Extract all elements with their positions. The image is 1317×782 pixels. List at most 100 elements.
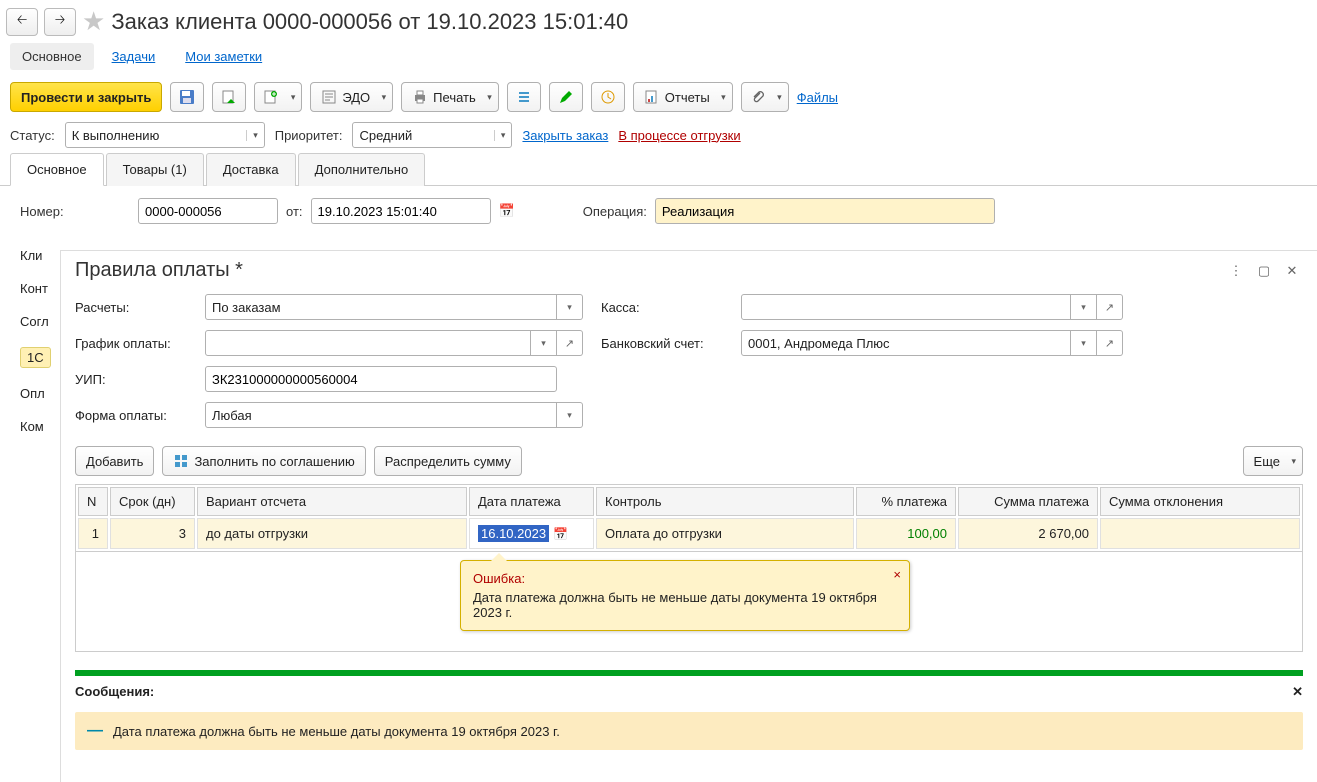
calc-dropdown[interactable]: ▾ <box>557 294 583 320</box>
priority-select[interactable]: Средний <box>352 122 512 148</box>
col-dev[interactable]: Сумма отклонения <box>1100 487 1300 516</box>
priority-label: Приоритет: <box>275 128 343 143</box>
form-dropdown[interactable]: ▾ <box>557 402 583 428</box>
tooltip-title: Ошибка: <box>473 571 879 586</box>
from-input[interactable] <box>311 198 491 224</box>
back-button[interactable]: 🡠 <box>6 8 38 36</box>
post-button[interactable] <box>212 82 246 112</box>
col-pct[interactable]: % платежа <box>856 487 956 516</box>
messages-header: Сообщения: ✕ <box>61 676 1317 708</box>
tooltip-close[interactable]: × <box>893 567 901 582</box>
status-select[interactable]: К выполнению <box>65 122 265 148</box>
sched-select[interactable] <box>205 330 531 356</box>
from-label: от: <box>286 204 303 219</box>
payments-table: N Срок (дн) Вариант отсчета Дата платежа… <box>75 484 1303 552</box>
fill-button[interactable]: Заполнить по соглашению <box>162 446 365 476</box>
sched-open[interactable]: ↗ <box>557 330 583 356</box>
create-based-button[interactable] <box>254 82 302 112</box>
num-input[interactable] <box>138 198 278 224</box>
distribute-label: Распределить сумму <box>385 454 511 469</box>
doc-tab-delivery[interactable]: Доставка <box>206 153 296 186</box>
clock-icon <box>600 89 616 105</box>
uip-input[interactable] <box>205 366 557 392</box>
side-contr: Конт <box>20 281 51 296</box>
bank-open[interactable]: ↗ <box>1097 330 1123 356</box>
distribute-button[interactable]: Распределить сумму <box>374 446 522 476</box>
calendar-icon[interactable]: 📅 <box>553 527 568 541</box>
tab-tasks[interactable]: Задачи <box>100 43 168 70</box>
doc-tab-goods[interactable]: Товары (1) <box>106 153 204 186</box>
tab-notes[interactable]: Мои заметки <box>173 43 274 70</box>
star-icon[interactable]: ★ <box>82 6 105 37</box>
side-chip: 1С <box>20 347 51 368</box>
table-row[interactable]: 1 3 до даты отгрузки 16.10.2023📅 Оплата … <box>78 518 1300 549</box>
post-icon <box>221 89 237 105</box>
side-client: Кли <box>20 248 51 263</box>
save-button[interactable] <box>170 82 204 112</box>
side-kom: Ком <box>20 419 51 434</box>
cell-n: 1 <box>78 518 108 549</box>
error-tooltip: × Ошибка: Дата платежа должна быть не ме… <box>460 560 910 631</box>
side-opl: Опл <box>20 386 51 401</box>
fill-icon <box>173 453 189 469</box>
col-days[interactable]: Срок (дн) <box>110 487 195 516</box>
clock-button[interactable] <box>591 82 625 112</box>
edo-label: ЭДО <box>342 90 370 105</box>
edo-button[interactable]: ЭДО <box>310 82 393 112</box>
kassa-select[interactable] <box>741 294 1071 320</box>
paperclip-icon <box>750 89 766 105</box>
list-button[interactable] <box>507 82 541 112</box>
side-sog: Согл <box>20 314 51 329</box>
attach-button[interactable] <box>741 82 789 112</box>
kassa-open[interactable]: ↗ <box>1097 294 1123 320</box>
print-button[interactable]: Печать <box>401 82 499 112</box>
floppy-icon <box>179 89 195 105</box>
cell-variant: до даты отгрузки <box>197 518 467 549</box>
side-labels: Кли Конт Согл 1С Опл Ком <box>20 248 51 434</box>
col-date[interactable]: Дата платежа <box>469 487 594 516</box>
more-button[interactable]: Еще <box>1243 446 1303 476</box>
fill-label: Заполнить по соглашению <box>194 454 354 469</box>
bank-select[interactable]: 0001, Андромеда Плюс <box>741 330 1071 356</box>
main-toolbar: Провести и закрыть ЭДО Печать Отчеты Фай… <box>0 76 1317 118</box>
reports-button[interactable]: Отчеты <box>633 82 733 112</box>
calc-select[interactable]: По заказам <box>205 294 557 320</box>
files-link[interactable]: Файлы <box>797 90 838 105</box>
kassa-label: Касса: <box>601 300 741 315</box>
status-row: Статус: К выполнению Приоритет: Средний … <box>0 118 1317 152</box>
add-row-button[interactable]: Добавить <box>75 446 154 476</box>
tooltip-text: Дата платежа должна быть не меньше даты … <box>473 590 879 620</box>
doc-tabs: Основное Товары (1) Доставка Дополнитель… <box>0 152 1317 186</box>
modal-close-button[interactable]: ✕ <box>1281 260 1303 282</box>
sched-dropdown[interactable]: ▾ <box>531 330 557 356</box>
col-variant[interactable]: Вариант отсчета <box>197 487 467 516</box>
submit-close-button[interactable]: Провести и закрыть <box>10 82 162 112</box>
sched-label: График оплаты: <box>75 336 205 351</box>
bank-dropdown[interactable]: ▾ <box>1071 330 1097 356</box>
message-row[interactable]: — Дата платежа должна быть не меньше дат… <box>75 712 1303 750</box>
col-control[interactable]: Контроль <box>596 487 854 516</box>
reports-icon <box>644 89 660 105</box>
forward-button[interactable]: 🡢 <box>44 8 76 36</box>
close-order-link[interactable]: Закрыть заказ <box>522 128 608 143</box>
modal-more-button[interactable]: ⋮ <box>1225 260 1247 282</box>
form-select[interactable]: Любая <box>205 402 557 428</box>
shipping-link[interactable]: В процессе отгрузки <box>618 128 740 143</box>
col-n[interactable]: N <box>78 487 108 516</box>
more-label: Еще <box>1254 454 1280 469</box>
tab-main[interactable]: Основное <box>10 43 94 70</box>
pencil-button[interactable] <box>549 82 583 112</box>
submit-close-label: Провести и закрыть <box>21 90 151 105</box>
create-icon <box>263 89 279 105</box>
kassa-dropdown[interactable]: ▾ <box>1071 294 1097 320</box>
op-input[interactable] <box>655 198 995 224</box>
form-area: Номер: от: 📅 Операция: <box>0 186 1317 244</box>
messages-close[interactable]: ✕ <box>1292 684 1303 700</box>
doc-tab-extra[interactable]: Дополнительно <box>298 153 426 186</box>
cell-date[interactable]: 16.10.2023📅 <box>469 518 594 549</box>
modal-maximize-button[interactable]: ▢ <box>1253 260 1275 282</box>
calc-label: Расчеты: <box>75 300 205 315</box>
calendar-icon[interactable]: 📅 <box>499 203 515 219</box>
doc-tab-main[interactable]: Основное <box>10 153 104 186</box>
col-sum[interactable]: Сумма платежа <box>958 487 1098 516</box>
